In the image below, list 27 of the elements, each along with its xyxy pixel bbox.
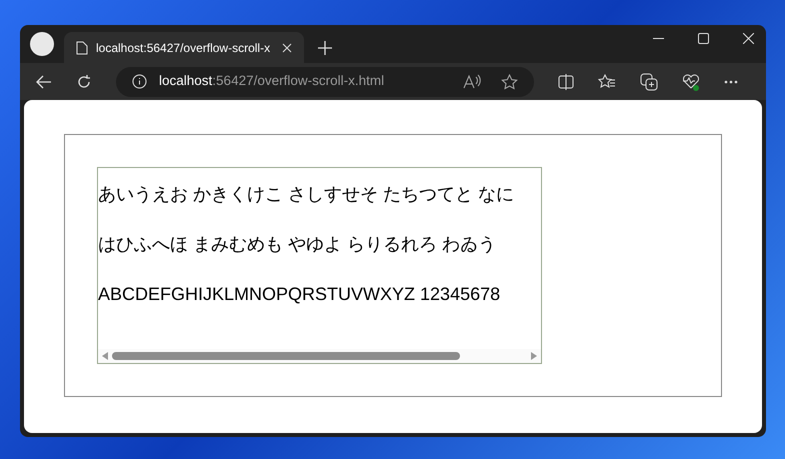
read-aloud-icon[interactable] — [463, 74, 481, 89]
text-line: はひふへほ まみむめも やゆよ らりるれろ わゐう — [98, 234, 496, 254]
close-icon[interactable] — [743, 33, 754, 44]
page-icon — [76, 40, 88, 54]
browser-tab[interactable]: localhost:56427/overflow-scroll-x — [64, 32, 304, 63]
heart-pulse-icon[interactable] — [682, 72, 700, 90]
scroll-right-icon[interactable] — [531, 352, 537, 360]
collections-icon[interactable] — [640, 72, 658, 90]
text-line: ABCDEFGHIJKLMNOPQRSTUVWXYZ 12345678 — [98, 284, 500, 304]
maximize-icon[interactable] — [698, 33, 709, 44]
profile-avatar-icon[interactable] — [30, 32, 54, 56]
tab-title: localhost:56427/overflow-scroll-x — [96, 40, 270, 56]
split-screen-icon[interactable] — [558, 74, 574, 90]
close-icon[interactable] — [282, 42, 292, 52]
back-arrow-icon[interactable] — [36, 74, 52, 88]
more-icon[interactable] — [724, 80, 738, 84]
scrollbar-thumb[interactable] — [112, 352, 460, 360]
refresh-icon[interactable] — [76, 74, 92, 90]
horizontal-scrollbar[interactable] — [98, 349, 541, 363]
text-line: あいうえお かきくけこ さしすせそ たちつてと なに — [98, 184, 514, 204]
info-icon[interactable] — [132, 74, 147, 89]
url-text: localhost:56427/overflow-scroll-x.html — [159, 72, 384, 90]
scroll-left-icon[interactable] — [102, 352, 108, 360]
favorites-icon[interactable] — [598, 74, 616, 90]
new-tab-icon[interactable] — [318, 41, 332, 55]
star-icon[interactable] — [501, 74, 518, 90]
address-bar[interactable]: localhost:56427/overflow-scroll-x.html — [116, 66, 534, 96]
